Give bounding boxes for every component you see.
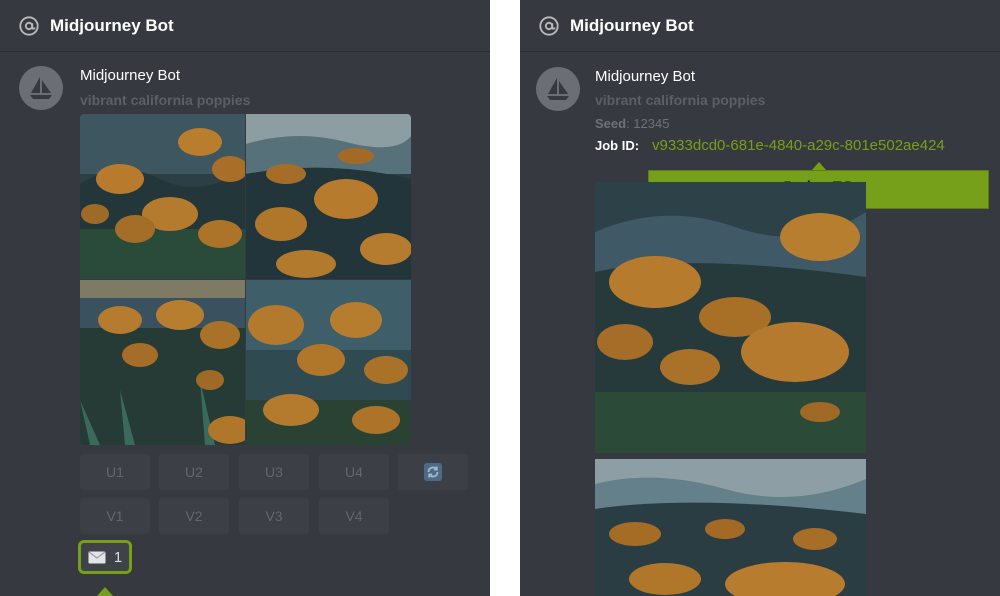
variation-button-1[interactable]: V1 <box>80 498 150 534</box>
variation-button-2[interactable]: V2 <box>159 498 229 534</box>
grid-image-1 <box>80 114 245 279</box>
at-sign-icon <box>19 15 39 36</box>
highlight-pointer <box>97 587 113 596</box>
sailboat-icon <box>547 78 569 100</box>
variation-button-4[interactable]: V4 <box>319 498 389 534</box>
upscale-button-1[interactable]: U1 <box>80 454 150 490</box>
upscale-button-3[interactable]: U3 <box>239 454 309 490</box>
upscale-button-2[interactable]: U2 <box>159 454 229 490</box>
upscale-button-4[interactable]: U4 <box>319 454 389 490</box>
avatar[interactable] <box>19 66 63 110</box>
seed-line: Seed: 12345 <box>595 116 669 131</box>
grid-image-4 <box>246 280 411 445</box>
jobid-label: Job ID <box>595 138 635 153</box>
channel-name: Midjourney Bot <box>50 15 174 35</box>
variation-button-3[interactable]: V3 <box>239 498 309 534</box>
jobid-line: Job ID: <box>595 138 640 153</box>
channel-header: Midjourney Bot <box>520 0 1000 52</box>
sailboat-icon <box>30 77 52 99</box>
channel-name: Midjourney Bot <box>570 15 694 35</box>
author-name[interactable]: Midjourney Bot <box>595 68 695 85</box>
envelope-icon <box>88 551 106 563</box>
seed-value: : 12345 <box>626 116 670 131</box>
envelope-reaction[interactable]: 1 <box>78 540 132 574</box>
prompt-text: vibrant california poppies <box>595 92 766 108</box>
upscaled-image <box>595 182 866 453</box>
channel-header: Midjourney Bot <box>0 0 490 52</box>
avatar[interactable] <box>536 67 580 111</box>
seed-label: Seed <box>595 116 627 131</box>
upscaled-image-2 <box>595 459 866 596</box>
grid-image-2 <box>246 114 411 279</box>
left-chat-panel: Midjourney Bot Midjourney Bot vibrant ca… <box>0 0 490 596</box>
jobid-value[interactable]: v9333dcd0-681e-4840-a29c-801e502ae424 <box>652 137 945 154</box>
grid-image-3 <box>80 280 245 445</box>
image-grid[interactable] <box>80 114 411 445</box>
author-name[interactable]: Midjourney Bot <box>80 67 180 84</box>
prompt-text: vibrant california poppies <box>80 92 251 108</box>
reroll-button[interactable] <box>398 454 468 490</box>
at-sign-icon <box>539 15 559 36</box>
reaction-count: 1 <box>113 548 123 566</box>
refresh-icon <box>424 463 442 481</box>
